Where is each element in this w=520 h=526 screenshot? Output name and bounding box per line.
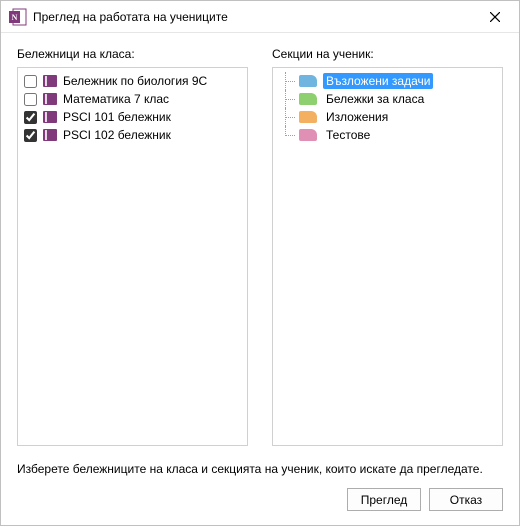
notebook-checkbox[interactable]	[24, 129, 37, 142]
section-item[interactable]: Възложени задачи	[273, 72, 502, 90]
notebook-item[interactable]: Математика 7 клас	[18, 90, 247, 108]
notebook-label: Бележник по биология 9C	[63, 74, 207, 88]
notebook-item[interactable]: PSCI 101 бележник	[18, 108, 247, 126]
notebook-checkbox[interactable]	[24, 93, 37, 106]
section-tab-icon	[299, 129, 317, 141]
notebook-label: PSCI 101 бележник	[63, 110, 171, 124]
svg-text:N: N	[12, 13, 18, 22]
tree-branch-icon	[279, 90, 297, 108]
notebook-label: Математика 7 клас	[63, 92, 169, 106]
section-tab-icon	[299, 111, 317, 123]
notebooks-column: Бележници на класа: Бележник по биология…	[17, 47, 248, 446]
onenote-icon: N	[9, 8, 27, 26]
sections-listbox[interactable]: Възложени задачи Бележки за класа Изложе…	[272, 67, 503, 446]
tree-branch-icon	[279, 72, 297, 90]
section-label: Тестове	[323, 127, 373, 143]
section-item[interactable]: Изложения	[273, 108, 502, 126]
sections-label: Секции на ученик:	[272, 47, 503, 61]
dialog-content: Бележници на класа: Бележник по биология…	[1, 33, 519, 452]
section-item[interactable]: Тестове	[273, 126, 502, 144]
section-label: Бележки за класа	[323, 91, 427, 107]
section-label: Изложения	[323, 109, 391, 125]
section-tab-icon	[299, 93, 317, 105]
notebook-icon	[43, 93, 57, 105]
titlebar: N Преглед на работата на учениците	[1, 1, 519, 33]
notebook-label: PSCI 102 бележник	[63, 128, 171, 142]
notebook-item[interactable]: Бележник по биология 9C	[18, 72, 247, 90]
close-button[interactable]	[475, 3, 515, 31]
footer-buttons: Преглед Отказ	[17, 488, 503, 511]
notebook-icon	[43, 129, 57, 141]
notebooks-listbox[interactable]: Бележник по биология 9C Математика 7 кла…	[17, 67, 248, 446]
notebook-checkbox[interactable]	[24, 75, 37, 88]
notebook-icon	[43, 111, 57, 123]
notebook-item[interactable]: PSCI 102 бележник	[18, 126, 247, 144]
review-button[interactable]: Преглед	[347, 488, 421, 511]
window-title: Преглед на работата на учениците	[33, 10, 475, 24]
section-label: Възложени задачи	[323, 73, 433, 89]
dialog-footer: Изберете бележниците на класа и секцията…	[1, 452, 519, 525]
section-tab-icon	[299, 75, 317, 87]
notebook-icon	[43, 75, 57, 87]
cancel-button[interactable]: Отказ	[429, 488, 503, 511]
tree-branch-icon	[279, 108, 297, 126]
footer-hint: Изберете бележниците на класа и секцията…	[17, 462, 503, 476]
section-item[interactable]: Бележки за класа	[273, 90, 502, 108]
notebook-checkbox[interactable]	[24, 111, 37, 124]
sections-column: Секции на ученик: Възложени задачи Бележ…	[272, 47, 503, 446]
notebooks-label: Бележници на класа:	[17, 47, 248, 61]
tree-branch-icon	[279, 126, 297, 144]
